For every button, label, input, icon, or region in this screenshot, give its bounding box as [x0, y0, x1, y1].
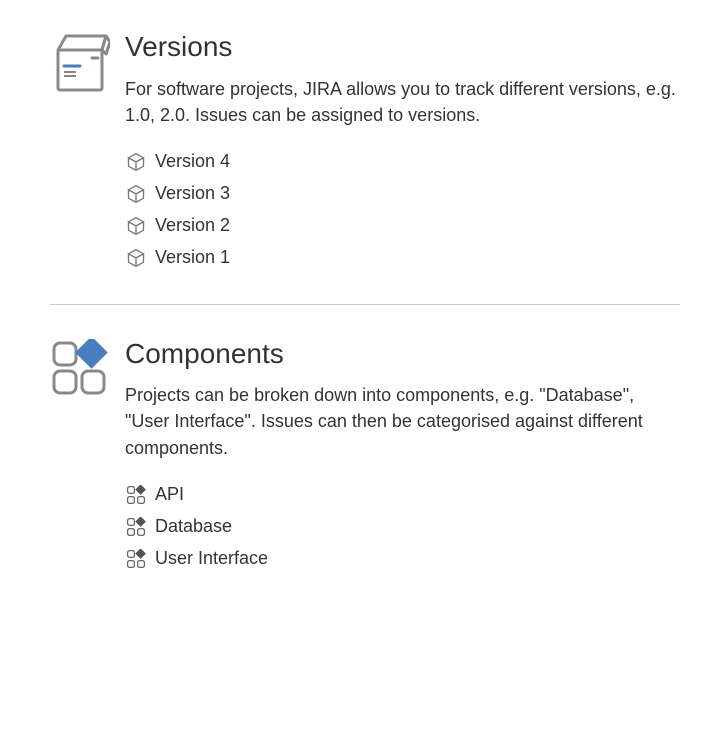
version-label: Version 3 — [155, 183, 230, 204]
box-small-icon — [125, 183, 147, 205]
components-icon — [50, 335, 125, 397]
component-item[interactable]: Database — [125, 511, 680, 543]
component-item[interactable]: User Interface — [125, 543, 680, 575]
box-small-icon — [125, 247, 147, 269]
versions-section: Versions For software projects, JIRA all… — [50, 20, 680, 304]
components-description: Projects can be broken down into compone… — [125, 382, 680, 460]
version-item[interactable]: Version 3 — [125, 178, 680, 210]
box-small-icon — [125, 215, 147, 237]
component-label: User Interface — [155, 548, 268, 569]
version-label: Version 4 — [155, 151, 230, 172]
component-label: API — [155, 484, 184, 505]
versions-list: Version 4 Version 3 — [125, 146, 680, 274]
components-section: Components Projects can be broken down i… — [50, 304, 680, 605]
components-small-icon — [125, 516, 147, 538]
components-list: API Database — [125, 479, 680, 575]
version-label: Version 1 — [155, 247, 230, 268]
versions-description: For software projects, JIRA allows you t… — [125, 76, 680, 128]
version-item[interactable]: Version 2 — [125, 210, 680, 242]
box-small-icon — [125, 151, 147, 173]
components-heading: Components — [125, 337, 680, 371]
box-icon — [50, 28, 125, 94]
versions-heading: Versions — [125, 30, 680, 64]
version-item[interactable]: Version 1 — [125, 242, 680, 274]
version-item[interactable]: Version 4 — [125, 146, 680, 178]
components-small-icon — [125, 548, 147, 570]
component-item[interactable]: API — [125, 479, 680, 511]
component-label: Database — [155, 516, 232, 537]
components-small-icon — [125, 484, 147, 506]
version-label: Version 2 — [155, 215, 230, 236]
